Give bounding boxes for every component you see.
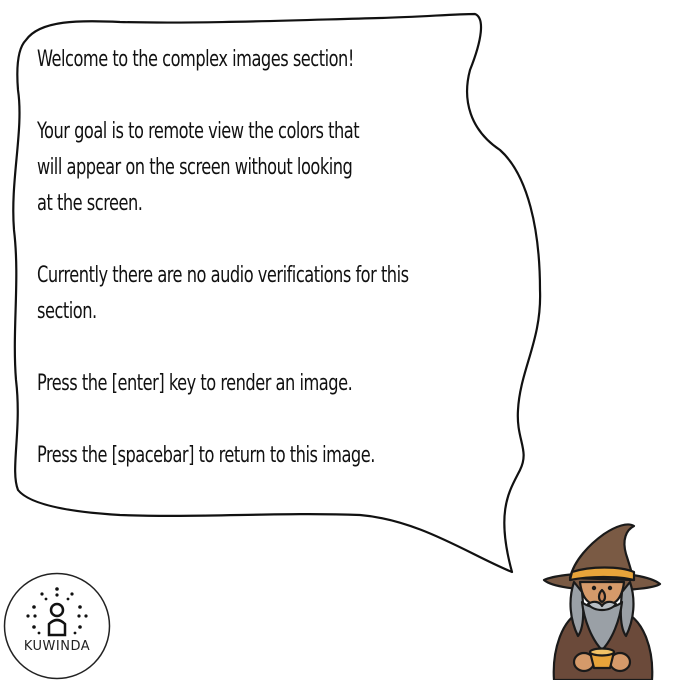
logo-label: KUWINDA [23, 639, 91, 654]
dialog-line-enter: Press the [enter] key to render an image… [37, 371, 353, 396]
kuwinda-logo [3, 572, 111, 680]
dialog-line-spacebar: Press the [spacebar] to return to this i… [37, 443, 375, 468]
dialog-line-audio: Currently there are no audio verificatio… [37, 263, 409, 324]
dialog-text: Welcome to the complex images section! Y… [37, 42, 439, 474]
dialog-line-goal: Your goal is to remote view the colors t… [37, 119, 360, 216]
dialog-line-welcome: Welcome to the complex images section! [37, 47, 354, 72]
wizard-character-icon [542, 523, 662, 680]
instruction-screen: Welcome to the complex images section! Y… [0, 0, 683, 683]
